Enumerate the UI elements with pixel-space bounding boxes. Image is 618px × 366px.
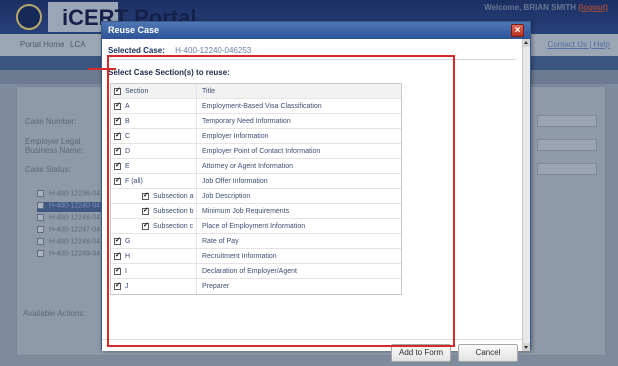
section-id: C bbox=[125, 133, 131, 140]
section-title: Job Description bbox=[202, 193, 251, 200]
dol-seal-icon bbox=[16, 4, 42, 30]
scroll-up-arrow-icon[interactable] bbox=[523, 39, 530, 47]
section-title: Job Offer Information bbox=[202, 178, 268, 185]
section-title: Place of Employment Information bbox=[202, 223, 306, 230]
section-id: Subsection a bbox=[153, 193, 194, 200]
section-id: A bbox=[125, 103, 130, 110]
section-id: D bbox=[125, 148, 131, 155]
section-row: B Temporary Need Information bbox=[111, 114, 401, 129]
section-row: Subsection b Minimum Job Requirements bbox=[111, 204, 401, 219]
nav-portal-home[interactable]: Portal Home bbox=[20, 40, 64, 49]
bg-input-1 bbox=[537, 115, 597, 127]
section-checkbox[interactable] bbox=[114, 131, 121, 140]
section-title: Declaration of Employer/Agent bbox=[202, 268, 297, 275]
section-checkbox[interactable] bbox=[114, 146, 121, 155]
section-checkbox[interactable] bbox=[142, 221, 149, 230]
section-row: G Rate of Pay bbox=[111, 234, 401, 249]
section-title: Preparer bbox=[202, 283, 230, 290]
section-checkbox[interactable] bbox=[114, 176, 121, 185]
divider bbox=[108, 59, 516, 60]
section-row: H Recruitment Information bbox=[111, 249, 401, 264]
section-row: J Preparer bbox=[111, 279, 401, 294]
contact-help-links[interactable]: Contact Us | Help bbox=[547, 40, 610, 49]
scroll-down-arrow-icon[interactable] bbox=[523, 343, 530, 351]
select-sections-heading: Select Case Section(s) to reuse: bbox=[108, 68, 230, 77]
section-row: I Declaration of Employer/Agent bbox=[111, 264, 401, 279]
section-row: A Employment-Based Visa Classification bbox=[111, 99, 401, 114]
bg-input-2 bbox=[537, 139, 597, 151]
dialog-scrollbar[interactable] bbox=[522, 39, 530, 351]
section-checkbox[interactable] bbox=[114, 251, 121, 260]
section-title: Temporary Need Information bbox=[202, 118, 291, 125]
section-row: D Employer Point of Contact Information bbox=[111, 144, 401, 159]
section-checkbox[interactable] bbox=[114, 236, 121, 245]
dialog-body: Selected Case: H-400-12240-046253 Select… bbox=[102, 39, 524, 362]
employer-name-label: Employer Legal Business Name: bbox=[25, 137, 84, 155]
section-rows: A Employment-Based Visa Classification B Te… bbox=[111, 99, 401, 294]
add-to-form-button[interactable]: Add to Form bbox=[391, 344, 451, 362]
section-title: Minimum Job Requirements bbox=[202, 208, 290, 215]
close-icon[interactable]: × bbox=[511, 24, 524, 37]
section-checkbox[interactable] bbox=[142, 191, 149, 200]
case-status-label: Case Status: bbox=[25, 165, 71, 174]
case-number-label: Case Number: bbox=[25, 117, 77, 126]
section-row: F (all) Job Offer Information bbox=[111, 174, 401, 189]
section-title: Recruitment Information bbox=[202, 253, 277, 260]
section-id: J bbox=[125, 283, 129, 290]
section-id: H bbox=[125, 253, 131, 260]
section-id: Subsection c bbox=[153, 223, 194, 230]
available-actions-label: Available Actions: bbox=[23, 309, 86, 318]
dialog-footer-divider bbox=[102, 339, 524, 340]
section-title: Employer Point of Contact Information bbox=[202, 148, 321, 155]
selected-case-label: Selected Case: bbox=[108, 46, 165, 55]
section-id: B bbox=[125, 118, 130, 125]
section-checkbox[interactable] bbox=[114, 161, 121, 170]
select-all-checkbox[interactable] bbox=[114, 86, 121, 95]
section-row: Subsection c Place of Employment Informat… bbox=[111, 219, 401, 234]
section-row: E Attorney or Agent Information bbox=[111, 159, 401, 174]
section-checkbox[interactable] bbox=[114, 266, 121, 275]
section-id: Subsection b bbox=[153, 208, 194, 215]
section-title: Employer Information bbox=[202, 133, 269, 140]
reuse-case-dialog: Reuse Case × Selected Case: H-400-12240-… bbox=[101, 21, 531, 362]
selected-case-value: H-400-12240-046253 bbox=[175, 46, 252, 55]
section-title: Employment-Based Visa Classification bbox=[202, 103, 322, 110]
bg-select bbox=[537, 163, 597, 175]
dialog-title: Reuse Case bbox=[108, 25, 160, 35]
sections-table: Section Title A Employment-Based Visa Cla… bbox=[110, 83, 402, 295]
section-checkbox[interactable] bbox=[114, 101, 121, 110]
section-id: F (all) bbox=[125, 178, 143, 185]
section-id: E bbox=[125, 163, 130, 170]
section-row: C Employer Information bbox=[111, 129, 401, 144]
section-checkbox[interactable] bbox=[114, 281, 121, 290]
title-column-header: Title bbox=[202, 88, 215, 95]
welcome-text: Welcome, BRIAN SMITH (logout) bbox=[484, 3, 608, 12]
cancel-button[interactable]: Cancel bbox=[458, 344, 518, 362]
section-id: I bbox=[125, 268, 127, 275]
logout-link[interactable]: (logout) bbox=[578, 3, 608, 12]
section-checkbox[interactable] bbox=[142, 206, 149, 215]
section-column-header: Section bbox=[125, 88, 149, 95]
section-title: Rate of Pay bbox=[202, 238, 239, 245]
nav-lca[interactable]: LCA bbox=[70, 40, 86, 49]
section-checkbox[interactable] bbox=[114, 116, 121, 125]
section-row: Subsection a Job Description bbox=[111, 189, 401, 204]
section-id: G bbox=[125, 238, 131, 245]
section-title: Attorney or Agent Information bbox=[202, 163, 294, 170]
selected-case: Selected Case: H-400-12240-046253 bbox=[108, 46, 251, 55]
dialog-titlebar[interactable]: Reuse Case × bbox=[102, 22, 530, 39]
sections-header-row: Section Title bbox=[111, 84, 401, 99]
